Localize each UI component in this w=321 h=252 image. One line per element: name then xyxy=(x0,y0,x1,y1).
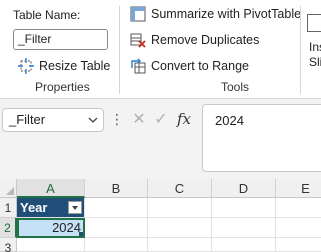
cell-c3[interactable] xyxy=(148,238,212,252)
table-name-value: _Filter xyxy=(18,32,52,46)
chevron-down-icon[interactable] xyxy=(88,111,98,132)
pivot-table-icon xyxy=(130,6,146,22)
resize-table-icon xyxy=(18,58,34,74)
table-header-cell[interactable]: Year xyxy=(17,198,85,218)
remove-duplicates-icon xyxy=(130,32,146,48)
insert-slicer-label-line1: Ins xyxy=(309,40,321,54)
selected-cell-a2[interactable]: 2024 xyxy=(17,218,85,238)
properties-group-label: Properties xyxy=(35,80,90,94)
table-resize-handle[interactable] xyxy=(79,232,83,236)
ribbon-divider xyxy=(119,6,120,94)
cell-a2-value: 2024 xyxy=(52,220,81,235)
row-header-3[interactable]: 3 xyxy=(0,238,17,252)
cell-d3[interactable] xyxy=(212,238,276,252)
column-header-e[interactable]: E xyxy=(276,179,321,198)
remove-duplicates-label: Remove Duplicates xyxy=(151,33,260,47)
cancel-icon[interactable]: ✕ xyxy=(128,108,150,130)
cell-e2[interactable] xyxy=(276,218,321,238)
table-name-input[interactable]: _Filter xyxy=(13,29,108,50)
cell-d1[interactable] xyxy=(212,198,276,218)
ribbon-divider xyxy=(300,6,301,94)
cell-c1[interactable] xyxy=(148,198,212,218)
column-header-b[interactable]: B xyxy=(85,179,148,198)
enter-check-icon[interactable]: ✓ xyxy=(150,108,172,130)
cell-e1[interactable] xyxy=(276,198,321,218)
tools-group-label: Tools xyxy=(221,80,250,94)
worksheet-grid: A B C D E 1 2 3 Year 2024 xyxy=(0,179,321,252)
remove-duplicates-button[interactable]: Remove Duplicates xyxy=(130,32,259,48)
cell-b2[interactable] xyxy=(85,218,148,238)
select-all-button[interactable] xyxy=(0,179,17,198)
ribbon: Table Name: _Filter Resize Table Propert… xyxy=(0,0,321,99)
column-header-c[interactable]: C xyxy=(148,179,212,198)
formula-bar-area: _Filter ⋮ ✕ ✓ fx 2024 xyxy=(0,99,321,179)
convert-to-range-label: Convert to Range xyxy=(151,59,249,73)
name-box-value: _Filter xyxy=(9,112,46,127)
insert-function-button[interactable]: fx xyxy=(173,108,195,130)
cell-b3[interactable] xyxy=(85,238,148,252)
cell-c2[interactable] xyxy=(148,218,212,238)
summarize-pivot-label: Summarize with PivotTable xyxy=(151,7,302,21)
resize-table-button[interactable]: Resize Table xyxy=(18,58,110,74)
insert-slicer-icon[interactable] xyxy=(307,14,321,32)
more-options-icon[interactable]: ⋮ xyxy=(110,112,124,126)
convert-to-range-icon xyxy=(130,58,146,74)
column-header-d[interactable]: D xyxy=(212,179,276,198)
cell-e3[interactable] xyxy=(276,238,321,252)
formula-input[interactable]: 2024 xyxy=(202,104,321,172)
cell-b1[interactable] xyxy=(85,198,148,218)
table-header-label: Year xyxy=(20,200,48,215)
cell-d2[interactable] xyxy=(212,218,276,238)
insert-slicer-label-line2: Sli xyxy=(309,55,321,69)
cell-a3[interactable] xyxy=(17,238,85,252)
insert-slicer-button[interactable]: Ins Sli xyxy=(309,40,321,70)
name-box[interactable]: _Filter xyxy=(2,108,104,132)
row-header-1[interactable]: 1 xyxy=(0,198,17,218)
resize-table-label: Resize Table xyxy=(39,59,111,73)
convert-to-range-button[interactable]: Convert to Range xyxy=(130,58,249,74)
table-name-label: Table Name: xyxy=(13,8,81,22)
filter-dropdown-icon[interactable] xyxy=(68,201,82,214)
column-header-a[interactable]: A xyxy=(17,179,85,198)
summarize-pivot-button[interactable]: Summarize with PivotTable xyxy=(130,6,301,22)
row-header-2[interactable]: 2 xyxy=(0,218,17,238)
